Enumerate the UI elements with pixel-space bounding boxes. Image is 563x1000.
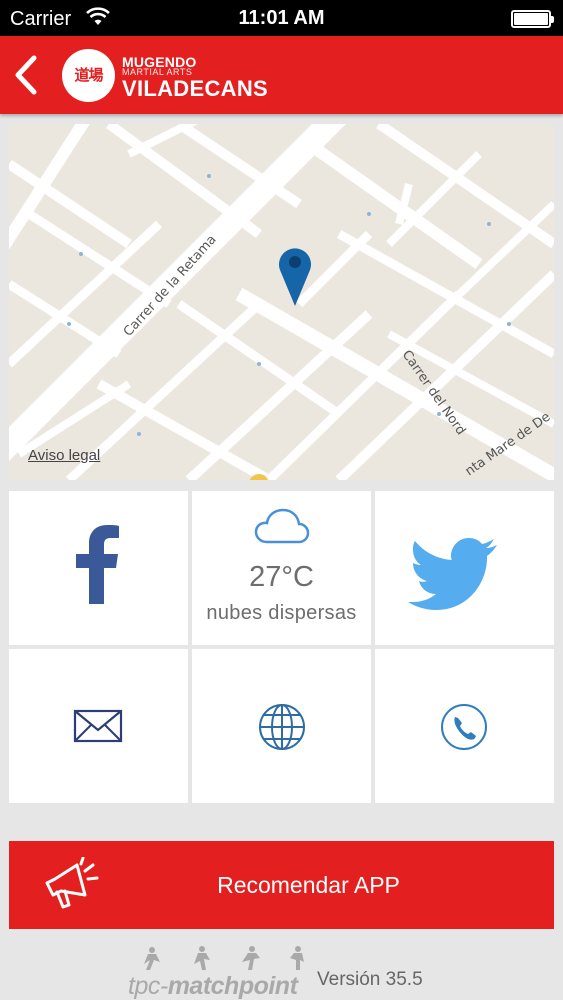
weather-tile[interactable]: 27°C nubes dispersas <box>192 491 371 645</box>
facebook-icon <box>76 525 119 604</box>
app-version: Versión 35.5 <box>317 969 423 990</box>
email-tile[interactable] <box>9 649 188 803</box>
status-time: 11:01 AM <box>238 7 325 29</box>
map-legal-link[interactable]: Aviso legal <box>28 447 100 464</box>
twitter-icon <box>408 538 497 610</box>
matchpoint-logo-prefix: tpc- <box>128 972 168 1000</box>
map-streets: Carrer de la Retama Carrer del Nord nta … <box>9 124 554 480</box>
globe-icon <box>259 704 305 750</box>
cloud-icon <box>254 508 310 544</box>
weather-description: nubes dispersas <box>206 602 357 624</box>
facebook-tile[interactable] <box>9 491 188 645</box>
phone-tile[interactable] <box>375 649 554 803</box>
back-button[interactable] <box>8 52 48 98</box>
location-map[interactable]: Carrer de la Retama Carrer del Nord nta … <box>9 124 554 480</box>
app-header: 道場 MUGENDO MARTIAL ARTS VILADECANS <box>0 36 563 114</box>
brand-city: VILADECANS <box>122 76 269 101</box>
phone-icon <box>441 704 487 750</box>
battery-icon <box>511 10 554 28</box>
envelope-icon <box>73 709 123 743</box>
matchpoint-figures-icon <box>144 946 304 970</box>
recommend-app-label: Recomendar APP <box>217 872 400 898</box>
weather-temperature: 27°C <box>249 561 314 593</box>
website-tile[interactable] <box>192 649 371 803</box>
matchpoint-logo-name: matchpoint <box>167 972 298 1000</box>
brand-logo: 道場 <box>62 49 115 102</box>
status-bar: Carrier 11:01 AM <box>0 0 563 36</box>
recommend-app-button[interactable]: Recomendar APP <box>9 841 554 929</box>
matchpoint-logo: tpc-matchpoint <box>128 972 298 1000</box>
brand-logo-glyph: 道場 <box>74 66 103 84</box>
twitter-tile[interactable] <box>375 491 554 645</box>
